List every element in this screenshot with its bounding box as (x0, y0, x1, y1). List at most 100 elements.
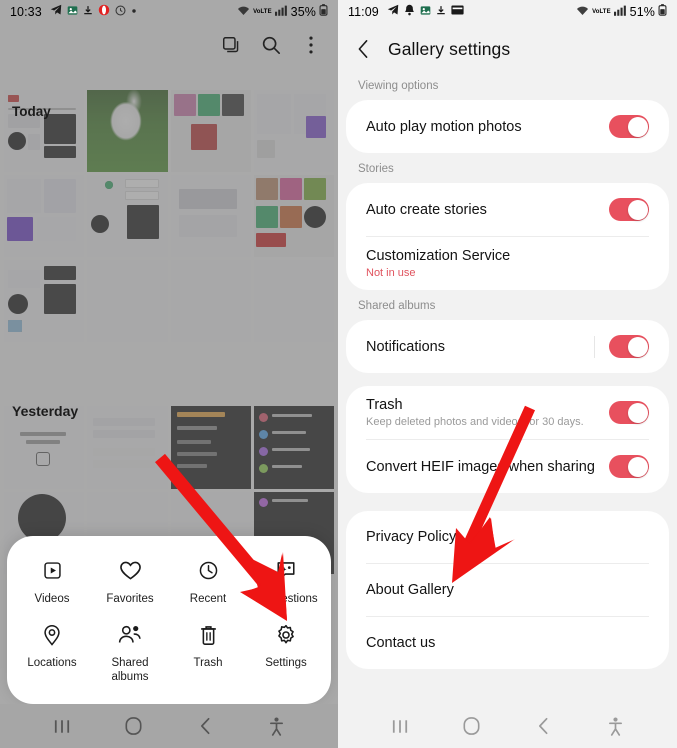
clock-icon (195, 558, 221, 584)
row-title: Convert HEIF images when sharing (366, 458, 595, 475)
right-phone-settings-screen: 11:09 VoLTE 51% Gallery settings Viewing… (338, 0, 677, 748)
search-icon[interactable] (260, 34, 282, 56)
home-icon[interactable] (116, 713, 150, 739)
people-icon (117, 622, 143, 648)
toggle-separator (594, 335, 595, 358)
battery-icon (658, 4, 667, 20)
accessibility-icon[interactable] (598, 713, 632, 739)
setting-row-convert-heif[interactable]: Convert HEIF images when sharing (346, 440, 669, 493)
row-title: Contact us (366, 635, 436, 651)
toggle-knob (627, 336, 648, 357)
setting-row-contact-us[interactable]: Contact us (346, 617, 669, 669)
setting-row-about-gallery[interactable]: About Gallery (346, 564, 669, 616)
toggle-trash[interactable] (609, 401, 649, 424)
trash-icon (195, 622, 221, 648)
row-title: Trash (366, 397, 403, 413)
recents-icon[interactable] (383, 713, 417, 739)
sheet-item-locations[interactable]: Locations (13, 622, 91, 684)
more-vertical-icon[interactable] (300, 34, 322, 56)
battery-percent: 51% (629, 5, 655, 19)
gallery-toolbar (0, 24, 338, 66)
recents-icon[interactable] (45, 713, 79, 739)
setting-row-auto-create-stories[interactable]: Auto create stories (346, 183, 669, 236)
battery-percent: 35% (290, 5, 316, 19)
sheet-label: Locations (27, 656, 77, 669)
sheet-label: Favorites (106, 592, 154, 605)
row-title: Customization Service (366, 248, 511, 264)
wifi-icon (237, 5, 250, 20)
sheet-label: Settings (265, 656, 307, 669)
settings-card-viewing-options: Auto play motion photos (346, 100, 669, 153)
home-icon[interactable] (455, 713, 489, 739)
settings-card-shared-albums: Notifications (346, 320, 669, 373)
setting-row-privacy-policy[interactable]: Privacy Policy (346, 511, 669, 563)
left-navigation-bar (0, 704, 338, 748)
sheet-item-favorites[interactable]: Favorites (91, 558, 169, 606)
location-pin-icon (39, 622, 65, 648)
toggle-knob (627, 116, 648, 137)
toggle-notifications[interactable] (609, 335, 649, 358)
bell-icon (404, 4, 415, 20)
left-phone-gallery-screen: 10:33 VoLTE 35% Today Yesterday Videos F… (0, 0, 338, 748)
group-label-viewing-options: Viewing options (358, 80, 439, 92)
photo-icon (67, 5, 78, 20)
sheet-item-suggestions[interactable]: Suggestions (247, 558, 325, 606)
opera-icon (98, 4, 110, 20)
page-title: Gallery settings (388, 38, 511, 59)
settings-card-stories: Auto create stories Customization Servic… (346, 183, 669, 290)
heart-icon (117, 558, 143, 584)
signal-icon (274, 5, 288, 20)
group-label-shared-albums: Shared albums (358, 300, 436, 312)
section-header-today: Today (12, 104, 51, 119)
sheet-item-shared-albums[interactable]: Shared albums (91, 622, 169, 684)
sheet-item-videos[interactable]: Videos (13, 558, 91, 606)
status-time: 10:33 (10, 5, 42, 19)
row-title: Notifications (366, 338, 445, 355)
setting-row-customization-service[interactable]: Customization Service Not in use (346, 237, 669, 290)
sheet-grid: Videos Favorites Recent Suggestions Loca… (13, 558, 325, 684)
telegram-icon (50, 4, 62, 20)
signal-icon (613, 5, 627, 20)
settings-app-bar: Gallery settings (338, 24, 677, 70)
group-label-stories: Stories (358, 163, 394, 175)
status-time: 11:09 (348, 5, 379, 19)
accessibility-icon[interactable] (259, 713, 293, 739)
download-icon (436, 5, 446, 20)
setting-row-trash[interactable]: Trash Keep deleted photos and videos for… (346, 386, 669, 439)
section-header-yesterday: Yesterday (12, 403, 79, 419)
gallery-bottom-sheet: Videos Favorites Recent Suggestions Loca… (7, 535, 331, 704)
telegram-icon (387, 4, 399, 20)
card-icon (451, 5, 464, 19)
setting-row-notifications[interactable]: Notifications (346, 320, 669, 373)
sheet-label: Trash (193, 656, 223, 669)
group-gap (338, 493, 677, 511)
back-icon[interactable] (526, 713, 560, 739)
dot-icon (131, 6, 137, 18)
row-status: Not in use (366, 267, 416, 279)
back-icon[interactable] (188, 713, 222, 739)
volte-label: VoLTE (592, 8, 611, 15)
sheet-item-recent[interactable]: Recent (169, 558, 247, 606)
sheet-item-settings[interactable]: Settings (247, 622, 325, 684)
toggle-knob (627, 402, 648, 423)
sheet-label: Suggestions (254, 592, 318, 605)
sparkle-chat-icon (273, 558, 299, 584)
toggle-knob (627, 199, 648, 220)
row-title: Auto create stories (366, 201, 487, 218)
sheet-label: Shared albums (111, 656, 149, 683)
sheet-item-trash[interactable]: Trash (169, 622, 247, 684)
settings-card-info: Privacy Policy About Gallery Contact us (346, 511, 669, 669)
toggle-convert-heif[interactable] (609, 455, 649, 478)
gear-icon (273, 622, 299, 648)
group-gap (338, 373, 677, 386)
stack-icon[interactable] (220, 34, 242, 56)
left-status-bar: 10:33 VoLTE 35% (0, 0, 338, 24)
back-chevron-icon[interactable] (352, 38, 374, 60)
toggle-auto-play-motion-photos[interactable] (609, 115, 649, 138)
dual-screenshot: 10:33 VoLTE 35% Today Yesterday Videos F… (0, 0, 677, 748)
battery-icon (319, 4, 328, 20)
settings-card-storage: Trash Keep deleted photos and videos for… (346, 386, 669, 493)
toggle-auto-create-stories[interactable] (609, 198, 649, 221)
setting-row-auto-play-motion-photos[interactable]: Auto play motion photos (346, 100, 669, 153)
wifi-icon (576, 5, 589, 20)
